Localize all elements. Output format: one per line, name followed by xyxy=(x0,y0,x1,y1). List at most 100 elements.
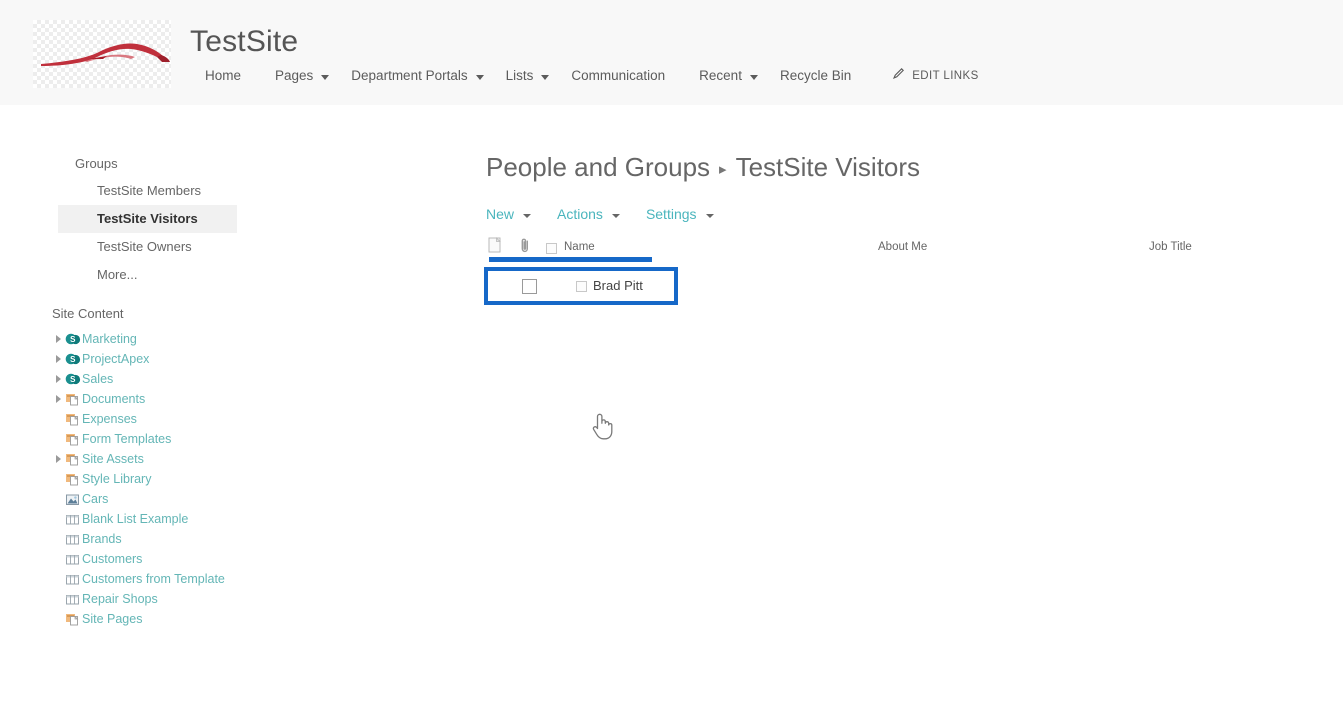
toolbar-label: Settings xyxy=(645,206,697,222)
list-toolbar: New Actions Settings xyxy=(486,203,740,225)
sidebar-item-testsite-members[interactable]: TestSite Members xyxy=(58,177,238,205)
column-header-about-me[interactable]: About Me xyxy=(878,239,927,255)
nav-item-label: Pages xyxy=(275,68,314,83)
document-library-icon xyxy=(64,611,81,627)
document-library-icon xyxy=(64,411,81,427)
chevron-down-icon[interactable] xyxy=(475,74,484,80)
tree-item-form-templates[interactable]: Form Templates xyxy=(52,429,352,449)
tree-item-label: Expenses xyxy=(82,412,137,426)
nav-item-communication[interactable]: Communication xyxy=(554,64,682,88)
list-icon xyxy=(64,571,81,587)
list-icon xyxy=(64,531,81,547)
tree-item-label: Blank List Example xyxy=(82,512,189,526)
breadcrumb: People and Groups ▸ TestSite Visitors xyxy=(486,150,920,184)
site-content-navigation: Site Content S Marketing S ProjectApex S… xyxy=(52,305,352,629)
site-content-heading: Site Content xyxy=(52,306,124,321)
tree-item-label: Marketing xyxy=(82,332,137,346)
edit-links-button[interactable]: EDIT LINKS xyxy=(892,67,978,85)
sharepoint-site-icon: S xyxy=(64,331,81,347)
tree-item-label: Documents xyxy=(82,392,146,406)
expand-arrow-icon[interactable] xyxy=(52,455,64,463)
tree-item-label: ProjectApex xyxy=(82,352,150,366)
nav-item-recent[interactable]: Recent xyxy=(682,64,763,88)
left-sidebar: Groups TestSite Members TestSite Visitor… xyxy=(0,105,460,701)
column-header-job-title[interactable]: Job Title xyxy=(1149,239,1192,255)
expand-arrow-icon[interactable] xyxy=(52,355,64,363)
nav-item-label: Home xyxy=(205,68,242,83)
tree-item-marketing[interactable]: S Marketing xyxy=(52,329,352,349)
tree-item-documents[interactable]: Documents xyxy=(52,389,352,409)
list-icon xyxy=(64,511,81,527)
groups-navigation: Groups TestSite Members TestSite Visitor… xyxy=(58,151,238,289)
tree-item-blank-list-example[interactable]: Blank List Example xyxy=(52,509,352,529)
page-title: TestSite Visitors xyxy=(735,152,921,182)
nav-item-department-portals[interactable]: Department Portals xyxy=(334,64,488,88)
tree-item-site-pages[interactable]: Site Pages xyxy=(52,609,352,629)
breadcrumb-parent-link[interactable]: People and Groups xyxy=(486,150,710,184)
tree-item-label: Site Assets xyxy=(82,452,144,466)
table-header-row: Name About Me Job Title xyxy=(486,236,1326,262)
actions-menu-button[interactable]: Actions xyxy=(557,204,620,224)
tree-item-cars[interactable]: Cars xyxy=(52,489,352,509)
tree-item-projectapex[interactable]: S ProjectApex xyxy=(52,349,352,369)
chevron-down-icon[interactable] xyxy=(541,74,550,80)
column-header-name[interactable]: Name xyxy=(546,239,595,255)
tree-item-sales[interactable]: S Sales xyxy=(52,369,352,389)
row-highlight-annotation xyxy=(484,267,678,305)
nav-item-home[interactable]: Home xyxy=(188,64,258,88)
expand-arrow-icon[interactable] xyxy=(52,395,64,403)
chevron-down-icon[interactable] xyxy=(749,74,758,80)
tree-item-customers[interactable]: Customers xyxy=(52,549,352,569)
site-title[interactable]: TestSite xyxy=(190,24,298,60)
svg-text:S: S xyxy=(70,375,76,384)
nav-item-pages[interactable]: Pages xyxy=(258,64,334,88)
nav-item-label: Department Portals xyxy=(351,68,468,83)
list-icon xyxy=(64,551,81,567)
tree-item-repair-shops[interactable]: Repair Shops xyxy=(52,589,352,609)
tree-item-label: Repair Shops xyxy=(82,592,158,606)
tree-item-label: Customers xyxy=(82,552,143,566)
site-header: TestSite Home Pages Department Portals L… xyxy=(0,0,1343,105)
sidebar-item-testsite-owners[interactable]: TestSite Owners xyxy=(58,233,238,261)
sharepoint-site-icon: S xyxy=(64,351,81,367)
tree-item-label: Customers from Template xyxy=(82,572,225,586)
tree-item-label: Style Library xyxy=(82,472,152,486)
tree-item-label: Brands xyxy=(82,532,122,546)
breadcrumb-separator-icon: ▸ xyxy=(719,161,727,178)
tree-item-site-assets[interactable]: Site Assets xyxy=(52,449,352,469)
sidebar-item-testsite-visitors[interactable]: TestSite Visitors xyxy=(58,205,237,233)
nav-item-lists[interactable]: Lists xyxy=(489,64,555,88)
document-library-icon xyxy=(64,451,81,467)
paperclip-icon[interactable] xyxy=(520,237,531,259)
tree-item-label: Site Pages xyxy=(82,612,143,626)
sharepoint-site-icon: S xyxy=(64,371,81,387)
groups-heading: Groups xyxy=(75,156,118,171)
tree-item-expenses[interactable]: Expenses xyxy=(52,409,352,429)
tree-item-style-library[interactable]: Style Library xyxy=(52,469,352,489)
nav-item-recycle-bin[interactable]: Recycle Bin xyxy=(763,64,868,88)
tree-item-brands[interactable]: Brands xyxy=(52,529,352,549)
svg-text:S: S xyxy=(70,335,76,344)
expand-arrow-icon[interactable] xyxy=(52,375,64,383)
tree-item-label: Form Templates xyxy=(82,432,172,446)
chevron-down-icon[interactable] xyxy=(705,214,714,218)
document-library-icon xyxy=(64,391,81,407)
sidebar-item-more[interactable]: More... xyxy=(58,261,238,289)
tree-item-customers-from-template[interactable]: Customers from Template xyxy=(52,569,352,589)
header-underline-annotation xyxy=(489,257,652,262)
top-navigation: Home Pages Department Portals Lists Comm… xyxy=(188,64,979,88)
name-column-checkbox[interactable] xyxy=(546,242,557,254)
chevron-down-icon[interactable] xyxy=(523,214,532,218)
chevron-down-icon[interactable] xyxy=(611,214,620,218)
settings-menu-button[interactable]: Settings xyxy=(646,204,714,224)
list-icon xyxy=(64,591,81,607)
nav-item-label: Recycle Bin xyxy=(779,68,852,83)
chevron-down-icon[interactable] xyxy=(321,74,330,80)
site-logo[interactable] xyxy=(33,20,171,88)
main-content: People and Groups ▸ TestSite Visitors Ne… xyxy=(460,105,1343,701)
nav-item-label: Communication xyxy=(571,68,666,83)
new-menu-button[interactable]: New xyxy=(486,204,532,224)
tree-item-label: Cars xyxy=(82,492,109,506)
expand-arrow-icon[interactable] xyxy=(52,335,64,343)
document-library-icon xyxy=(64,431,81,447)
